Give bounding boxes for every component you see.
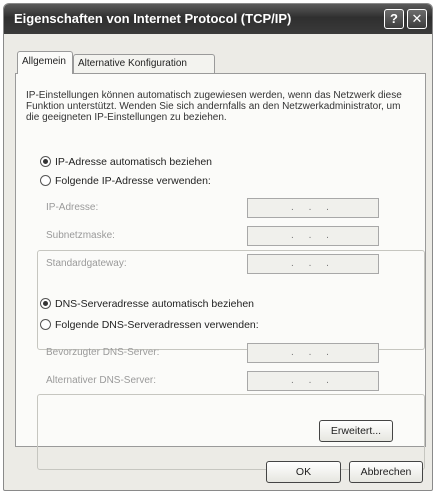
radio-ip-automatic-label: IP-Adresse automatisch beziehen: [55, 156, 213, 168]
advanced-button[interactable]: Erweitert...: [319, 420, 393, 442]
radio-dns-automatic-indicator[interactable]: [40, 298, 51, 309]
title-bar[interactable]: Eigenschaften von Internet Protocol (TCP…: [4, 4, 432, 34]
default-gateway-input[interactable]: . . .: [247, 254, 379, 274]
description-text: IP-Einstellungen können automatisch zuge…: [26, 90, 402, 123]
subnet-mask-input[interactable]: . . .: [247, 226, 379, 246]
preferred-dns-label: Bevorzugter DNS-Server:: [46, 347, 160, 358]
cancel-button[interactable]: Abbrechen: [349, 461, 423, 483]
radio-dns-automatic[interactable]: DNS-Serveradresse automatisch beziehen: [40, 298, 254, 310]
radio-ip-automatic-indicator[interactable]: [40, 156, 51, 167]
radio-dns-manual-label: Folgende DNS-Serveradressen verwenden:: [55, 319, 259, 331]
ok-button[interactable]: OK: [266, 461, 341, 483]
general-tab-panel: IP-Einstellungen können automatisch zuge…: [15, 73, 426, 470]
radio-dns-manual-indicator[interactable]: [40, 319, 51, 330]
close-button[interactable]: ✕: [407, 9, 427, 29]
radio-ip-manual-indicator[interactable]: [40, 175, 51, 186]
default-gateway-label: Standardgateway:: [46, 258, 127, 269]
window-title: Eigenschaften von Internet Protocol (TCP…: [14, 11, 292, 26]
alternate-dns-input[interactable]: . . .: [247, 371, 379, 391]
tcpip-properties-dialog: Eigenschaften von Internet Protocol (TCP…: [3, 3, 433, 491]
radio-dns-automatic-label: DNS-Serveradresse automatisch beziehen: [55, 298, 255, 310]
radio-ip-manual[interactable]: Folgende IP-Adresse verwenden:: [40, 175, 214, 187]
ip-address-input[interactable]: . . .: [247, 198, 379, 218]
preferred-dns-input[interactable]: . . .: [247, 343, 379, 363]
subnet-mask-label: Subnetzmaske:: [46, 230, 115, 241]
tab-general[interactable]: Allgemein: [17, 51, 73, 74]
radio-ip-automatic[interactable]: IP-Adresse automatisch beziehen: [40, 156, 212, 168]
tab-alternative-configuration[interactable]: Alternative Konfiguration: [73, 54, 215, 73]
ip-address-label: IP-Adresse:: [46, 202, 99, 213]
radio-ip-manual-label: Folgende IP-Adresse verwenden:: [55, 175, 211, 187]
alternate-dns-label: Alternativer DNS-Server:: [46, 375, 157, 386]
help-button[interactable]: ?: [384, 9, 404, 29]
radio-dns-manual[interactable]: Folgende DNS-Serveradressen verwenden:: [40, 319, 262, 331]
